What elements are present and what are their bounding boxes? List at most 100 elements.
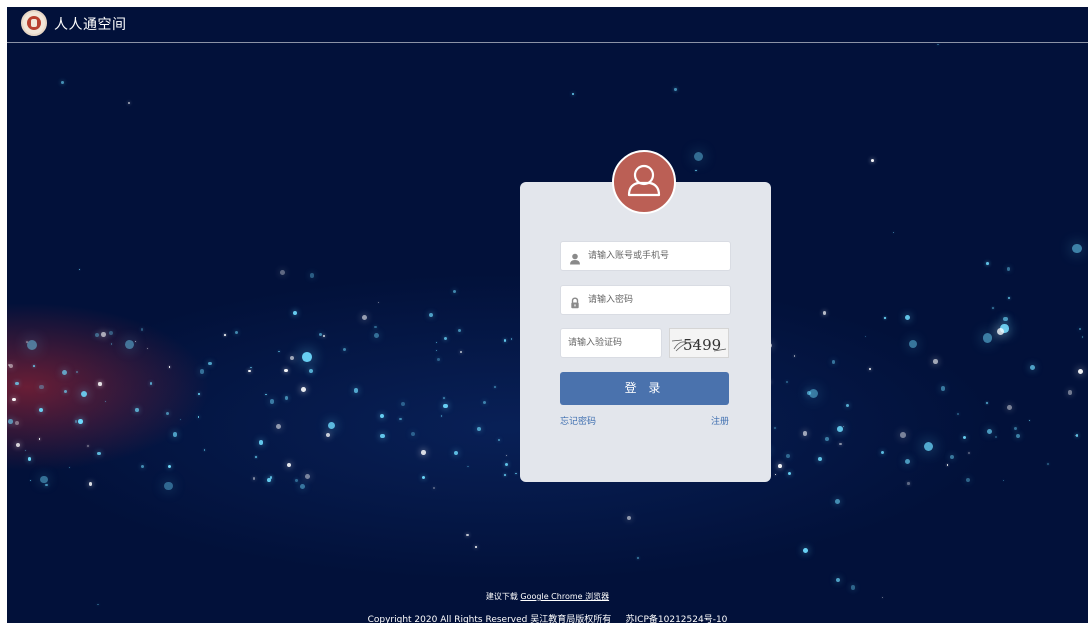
particle-dot: [924, 442, 934, 452]
particle-dot: [325, 433, 331, 438]
particle-dot: [15, 382, 19, 386]
particle-dot: [400, 401, 406, 407]
particle-dot: [1007, 404, 1013, 410]
particle-dot: [410, 432, 415, 437]
particle-dot: [839, 442, 842, 446]
particle-dot: [421, 449, 427, 455]
particle-dot: [957, 413, 960, 416]
particle-dot: [950, 455, 955, 460]
particle-dot: [168, 366, 171, 368]
particle-dot: [377, 301, 380, 304]
captcha-field[interactable]: [560, 328, 662, 358]
particle-dot: [252, 477, 256, 480]
particle-dot: [199, 368, 205, 374]
particle-dot: [466, 533, 469, 537]
user-avatar-icon: [612, 150, 676, 214]
particle-dot: [276, 423, 282, 429]
particle-dot: [443, 403, 448, 409]
particle-dot: [180, 419, 182, 421]
lock-icon: [569, 294, 581, 309]
particle-dot: [88, 482, 93, 486]
particle-dot: [908, 339, 917, 348]
particle-dot: [322, 335, 325, 338]
particle-dot: [1002, 479, 1005, 482]
particle-dot: [905, 314, 911, 320]
particle-dot: [474, 545, 477, 549]
particle-dot: [12, 397, 16, 402]
particle-dot: [164, 482, 173, 491]
forgot-password-link[interactable]: 忘记密码: [560, 414, 596, 427]
particle-dot: [146, 347, 148, 349]
particle-dot: [905, 458, 911, 465]
user-icon: [569, 250, 581, 265]
particle-dot: [695, 170, 697, 172]
captcha-image[interactable]: 5499: [669, 328, 729, 358]
particle-dot: [80, 390, 88, 398]
particle-dot: [454, 451, 459, 456]
particle-dot: [14, 420, 19, 425]
particle-dot: [110, 342, 113, 345]
particle-dot: [824, 437, 829, 442]
login-card: 5499 登 录 忘记密码 注册: [520, 150, 771, 482]
particle-dot: [248, 370, 251, 373]
particle-dot: [992, 307, 995, 309]
captcha-input[interactable]: [568, 329, 658, 357]
particle-dot: [435, 350, 437, 352]
register-link[interactable]: 注册: [711, 414, 729, 427]
particle-dot: [258, 440, 264, 445]
particle-dot: [104, 400, 106, 402]
particle-dot: [128, 101, 131, 104]
particle-dot: [996, 328, 1004, 336]
login-button[interactable]: 登 录: [560, 372, 729, 405]
particle-dot: [1008, 296, 1011, 299]
particle-dot: [506, 455, 508, 457]
particle-dot: [773, 426, 776, 429]
particle-dot: [441, 415, 443, 417]
particle-dot: [880, 451, 884, 455]
account-input[interactable]: [588, 242, 726, 270]
particle-dot: [871, 159, 875, 163]
particle-dot: [835, 577, 841, 583]
particle-dot: [962, 435, 966, 440]
particle-dot: [865, 335, 867, 337]
particle-dot: [61, 81, 64, 85]
password-input[interactable]: [588, 286, 726, 314]
particle-dot: [1067, 390, 1072, 395]
particle-dot: [504, 462, 508, 466]
particle-dot: [1028, 420, 1030, 422]
particle-dot: [503, 474, 506, 476]
particle-dot: [309, 273, 315, 278]
particle-dot: [1077, 368, 1084, 375]
particle-dot: [806, 390, 811, 395]
particle-dot: [362, 315, 368, 321]
particle-dot: [636, 557, 639, 560]
particle-dot: [452, 290, 457, 294]
particle-dot: [302, 352, 312, 362]
particle-dot: [38, 438, 41, 441]
particle-dot: [1078, 327, 1082, 331]
particle-dot: [803, 431, 808, 436]
particle-dot: [845, 404, 849, 408]
top-bar: 人人通空间: [7, 7, 1088, 43]
particle-dot: [374, 333, 380, 338]
particle-dot: [1014, 426, 1018, 430]
particle-dot: [265, 393, 267, 396]
account-field[interactable]: [560, 241, 731, 271]
particle-dot: [38, 408, 43, 413]
particle-dot: [817, 457, 822, 462]
particle-dot: [295, 479, 298, 482]
password-field[interactable]: [560, 285, 731, 315]
particle-dot: [197, 416, 200, 419]
particle-dot: [850, 585, 855, 590]
particle-dot: [900, 432, 906, 438]
particle-dot: [1047, 463, 1050, 466]
chrome-download-link[interactable]: Google Chrome 浏览器: [520, 592, 609, 601]
particle-dot: [443, 397, 445, 399]
particle-dot: [422, 475, 426, 479]
particle-dot: [428, 312, 433, 317]
particle-dot: [435, 341, 437, 344]
particle-dot: [30, 479, 32, 481]
particle-dot: [223, 333, 226, 336]
particle-dot: [803, 548, 808, 554]
particle-dot: [234, 331, 238, 335]
